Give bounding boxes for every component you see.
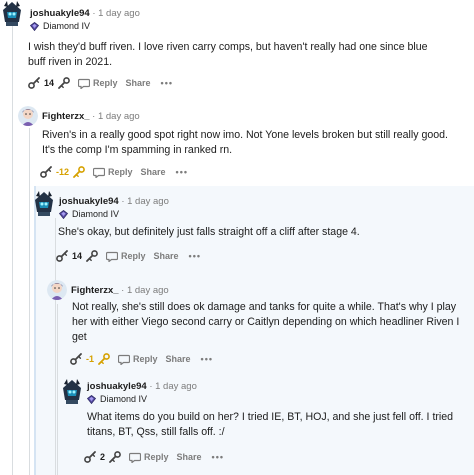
avatar[interactable] xyxy=(47,280,67,300)
thread-line[interactable] xyxy=(12,26,13,475)
key-downvote-icon[interactable] xyxy=(109,451,122,463)
timestamp[interactable]: 1 day ago xyxy=(98,111,140,122)
more-options-button[interactable]: ••• xyxy=(212,452,224,462)
key-downvote-icon[interactable] xyxy=(86,250,99,262)
username[interactable]: joshuakyle94 xyxy=(87,381,147,392)
comment-body: Riven's in a really good spot right now … xyxy=(42,129,448,156)
separator: · xyxy=(149,381,153,392)
vote-count: 14 xyxy=(72,251,83,261)
speech-bubble-icon xyxy=(118,354,131,365)
comment-body: What items do you build on her? I tried … xyxy=(87,411,454,438)
avatar-robot-icon xyxy=(63,379,81,404)
comment-header: Fighterzx_ · 1 day ago xyxy=(42,111,140,122)
avatar-character-icon xyxy=(18,106,38,126)
share-button[interactable]: Share xyxy=(166,354,191,364)
reply-button[interactable]: Reply xyxy=(129,451,169,463)
thread-line[interactable] xyxy=(29,128,30,475)
key-upvote-icon[interactable] xyxy=(56,250,68,262)
avatar-robot-icon xyxy=(35,191,53,216)
vote-count: -1 xyxy=(86,354,95,364)
reply-button[interactable]: Reply xyxy=(118,353,158,365)
username[interactable]: joshuakyle94 xyxy=(30,8,90,19)
diamond-rank-icon xyxy=(87,394,96,404)
vote-count: 2 xyxy=(100,452,106,462)
key-upvote-icon[interactable] xyxy=(40,166,52,178)
comment-actions: -1 Reply Share ••• xyxy=(70,351,213,367)
timestamp[interactable]: 1 day ago xyxy=(127,196,169,207)
reply-button[interactable]: Reply xyxy=(93,166,133,178)
comment-actions: 14 Reply Share ••• xyxy=(28,75,173,91)
flair-text: Diamond IV xyxy=(100,394,148,404)
diamond-rank-icon xyxy=(59,209,68,219)
avatar[interactable] xyxy=(18,106,38,126)
flair-text: Diamond IV xyxy=(43,21,91,31)
timestamp[interactable]: 1 day ago xyxy=(98,8,140,19)
speech-bubble-icon xyxy=(129,452,142,463)
nested-thread-border xyxy=(34,186,36,475)
more-options-button[interactable]: ••• xyxy=(161,78,173,88)
key-upvote-icon[interactable] xyxy=(84,451,96,463)
share-button[interactable]: Share xyxy=(141,167,166,177)
flair-text: Diamond IV xyxy=(72,209,120,219)
avatar[interactable] xyxy=(60,378,84,404)
username[interactable]: joshuakyle94 xyxy=(59,196,119,207)
comment-header: Fighterzx_ · 1 day ago xyxy=(71,285,169,296)
more-options-button[interactable]: ••• xyxy=(176,167,188,177)
avatar-character-icon xyxy=(47,280,67,300)
more-options-button[interactable]: ••• xyxy=(189,251,201,261)
vote-count: -12 xyxy=(56,167,70,177)
key-downvote-icon[interactable] xyxy=(58,77,71,89)
separator: · xyxy=(92,111,96,122)
timestamp[interactable]: 1 day ago xyxy=(127,285,169,296)
key-downvote-icon[interactable] xyxy=(98,353,111,365)
separator: · xyxy=(92,8,96,19)
user-flair: Diamond IV xyxy=(30,21,90,31)
share-button[interactable]: Share xyxy=(177,452,202,462)
vote-count: 14 xyxy=(44,78,55,88)
share-button[interactable]: Share xyxy=(126,78,151,88)
reply-button[interactable]: Reply xyxy=(78,77,118,89)
speech-bubble-icon xyxy=(78,78,91,89)
separator: · xyxy=(121,196,125,207)
key-upvote-icon[interactable] xyxy=(28,77,40,89)
key-upvote-icon[interactable] xyxy=(70,353,82,365)
avatar-robot-icon xyxy=(0,0,24,26)
comment-body: Not really, she's still does ok damage a… xyxy=(72,301,460,343)
user-flair: Diamond IV xyxy=(59,209,119,219)
more-options-button[interactable]: ••• xyxy=(201,354,213,364)
comment-body: She's okay, but definitely just falls st… xyxy=(58,226,360,238)
timestamp[interactable]: 1 day ago xyxy=(155,381,197,392)
username[interactable]: Fighterzx_ xyxy=(42,111,90,122)
comment-header: joshuakyle94 · 1 day ago xyxy=(59,196,169,207)
reply-button[interactable]: Reply xyxy=(106,250,146,262)
speech-bubble-icon xyxy=(93,167,106,178)
comment-body: I wish they'd buff riven. I love riven c… xyxy=(28,41,428,68)
speech-bubble-icon xyxy=(106,251,119,262)
user-flair: Diamond IV xyxy=(87,394,147,404)
comment-actions: 2 Reply Share ••• xyxy=(84,449,224,465)
thread-line[interactable] xyxy=(57,304,58,475)
username[interactable]: Fighterzx_ xyxy=(71,285,119,296)
comment-header: joshuakyle94 · 1 day ago xyxy=(87,381,197,392)
comment-header: joshuakyle94 · 1 day ago xyxy=(30,8,140,19)
avatar[interactable] xyxy=(32,190,56,216)
avatar[interactable] xyxy=(0,0,24,26)
separator: · xyxy=(121,285,125,296)
diamond-rank-icon xyxy=(30,21,39,31)
comment-actions: 14 Reply Share ••• xyxy=(56,248,201,264)
key-downvote-icon[interactable] xyxy=(73,166,86,178)
share-button[interactable]: Share xyxy=(154,251,179,261)
comment-actions: -12 Reply Share ••• xyxy=(40,164,188,180)
